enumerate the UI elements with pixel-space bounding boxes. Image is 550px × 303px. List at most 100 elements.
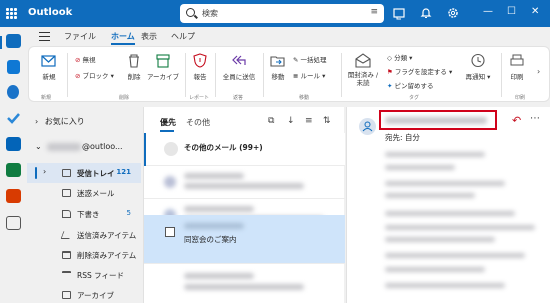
tab-view[interactable]: 表示 xyxy=(141,31,157,42)
notifications-icon[interactable] xyxy=(419,6,433,20)
more-apps-icon[interactable] xyxy=(6,216,21,230)
tab-file[interactable]: ファイル xyxy=(64,31,96,42)
other-mail-row[interactable]: その他のメール (99+) xyxy=(144,133,345,166)
envelope-open-icon xyxy=(355,53,371,68)
categorize-button[interactable]: ◇ 分類 ▾ xyxy=(387,52,412,62)
hamburger-icon[interactable] xyxy=(39,32,50,41)
tab-help[interactable]: ヘルプ xyxy=(171,31,195,42)
archive-button[interactable]: アーカイブ xyxy=(145,53,181,81)
account-section[interactable]: ⌄ @outloo... xyxy=(35,142,139,151)
favorites-section[interactable]: › お気に入り xyxy=(35,116,85,127)
todo-app-icon[interactable] xyxy=(6,111,21,125)
envelope-icon xyxy=(164,142,178,156)
pin-icon: ✦ xyxy=(387,82,393,90)
jump-icon[interactable]: ↓ xyxy=(287,116,295,126)
account-name-redacted xyxy=(47,143,81,151)
reply-icon[interactable]: ↶ xyxy=(512,114,521,127)
folder-deleted[interactable]: 削除済みアイテム xyxy=(27,245,141,265)
ignore-icon: ⊘ xyxy=(75,56,81,64)
clock-icon xyxy=(470,53,486,68)
folder-inbox[interactable]: › 受信トレイ 121 xyxy=(27,163,141,183)
tab-focused[interactable]: 優先 xyxy=(160,117,176,128)
search-input[interactable]: 検索 xyxy=(202,8,218,19)
app-rail xyxy=(0,27,27,303)
highlight-box xyxy=(379,110,497,130)
title-bar: Outlook 検索 ≡ — ☐ ✕ xyxy=(0,0,550,27)
settings-icon[interactable] xyxy=(446,6,460,20)
selected-message-row[interactable]: 同窓会のご案内 xyxy=(144,215,345,264)
chevron-down-icon: ⌄ xyxy=(35,142,42,151)
read-unread-button[interactable]: 開封済み / 未読 xyxy=(346,53,380,87)
maximize-button[interactable]: ☐ xyxy=(507,6,516,17)
rules-button[interactable]: ≣ ルール ▾ xyxy=(293,70,325,80)
shield-icon xyxy=(192,53,208,68)
pin-button[interactable]: ✦ ピン留めする xyxy=(387,80,434,90)
new-mail-icon xyxy=(41,53,57,68)
trash-icon xyxy=(62,251,71,259)
calendar-app-icon[interactable] xyxy=(7,60,20,74)
reply-all-button[interactable]: 全員に送信 xyxy=(221,53,257,81)
message-checkbox[interactable] xyxy=(165,227,175,237)
block-icon: ⊘ xyxy=(75,72,81,80)
menu-bar: ファイル ホーム 表示 ヘルプ xyxy=(27,27,550,46)
snooze-button[interactable]: 再通知 ▾ xyxy=(465,53,491,81)
delete-button[interactable]: 削除 xyxy=(125,53,143,81)
move-button[interactable]: 移動 xyxy=(269,53,287,81)
close-button[interactable]: ✕ xyxy=(531,6,539,17)
chevron-right-icon: › xyxy=(35,117,39,126)
list-item[interactable] xyxy=(144,264,345,303)
ignore-button[interactable]: ⊘ 無視 xyxy=(75,54,96,64)
app-launcher-icon[interactable] xyxy=(6,8,18,19)
trash-icon xyxy=(126,53,142,68)
archive-icon xyxy=(155,53,171,68)
block-button[interactable]: ⊘ ブロック ▾ xyxy=(75,70,114,80)
search-icon xyxy=(186,8,195,17)
print-button[interactable]: 印刷 xyxy=(507,53,527,81)
rail-selection-indicator xyxy=(0,36,2,49)
sent-icon xyxy=(60,231,73,239)
tag-icon: ◇ xyxy=(387,54,392,62)
outlook-app-icon[interactable] xyxy=(6,137,21,151)
junk-icon xyxy=(62,189,71,197)
rss-icon xyxy=(62,271,71,279)
my-day-icon[interactable] xyxy=(392,6,406,20)
avatar xyxy=(359,118,376,135)
archive-icon xyxy=(62,291,71,299)
powerpoint-app-icon[interactable] xyxy=(6,189,21,203)
reply-all-icon xyxy=(231,53,247,68)
ribbon: 新規 新規 ⊘ 無視 ⊘ ブロック ▾ 削除 アーカイブ 削除 報告 レポート … xyxy=(28,46,550,102)
report-button[interactable]: 報告 xyxy=(190,53,210,81)
filter-icon[interactable]: ≡ xyxy=(305,116,313,126)
select-icon[interactable]: ⧉ xyxy=(268,116,274,126)
tab-other[interactable]: その他 xyxy=(186,117,210,128)
list-item[interactable] xyxy=(144,166,345,199)
flag-button[interactable]: ⚑ フラグを設定する ▾ xyxy=(387,66,452,76)
excel-app-icon[interactable] xyxy=(6,163,21,177)
mail-app-icon[interactable] xyxy=(6,34,21,48)
filter-icon[interactable]: ≡ xyxy=(370,7,378,17)
folder-junk[interactable]: 迷惑メール xyxy=(27,183,141,203)
minimize-button[interactable]: — xyxy=(483,6,493,17)
tab-home[interactable]: ホーム xyxy=(111,31,135,45)
reading-pane: 宛先: 自分 ↶ ⋯ xyxy=(346,107,550,303)
new-mail-button[interactable]: 新規 xyxy=(37,53,61,81)
bulk-icon: ✎ xyxy=(293,56,299,64)
folder-rss[interactable]: RSS フィード xyxy=(27,265,141,285)
folder-drafts[interactable]: 下書き 5 xyxy=(27,204,141,224)
flag-icon: ⚑ xyxy=(387,68,393,76)
bulk-process-button[interactable]: ✎ 一括処理 xyxy=(293,54,327,64)
search-box[interactable]: 検索 ≡ xyxy=(180,4,384,23)
more-options-icon[interactable]: ⋯ xyxy=(530,113,540,124)
folder-pane: › お気に入り ⌄ @outloo... › 受信トレイ 121 迷惑メール 下… xyxy=(27,107,141,303)
folder-sent[interactable]: 送信済みアイテム xyxy=(27,225,141,245)
ribbon-scroll-right-icon[interactable]: › xyxy=(537,67,540,76)
people-app-icon[interactable] xyxy=(7,85,19,99)
inbox-icon xyxy=(62,169,71,177)
message-list: 優先 その他 ⧉ ↓ ≡ ⇅ その他のメール (99+) 同窓会のご案内 xyxy=(143,107,345,303)
folder-archive[interactable]: アーカイブ xyxy=(27,285,141,303)
rules-icon: ≣ xyxy=(293,72,299,80)
chevron-right-icon: › xyxy=(43,167,47,176)
app-title: Outlook xyxy=(28,7,73,18)
sort-icon[interactable]: ⇅ xyxy=(323,116,331,126)
folder-move-icon xyxy=(270,53,286,68)
